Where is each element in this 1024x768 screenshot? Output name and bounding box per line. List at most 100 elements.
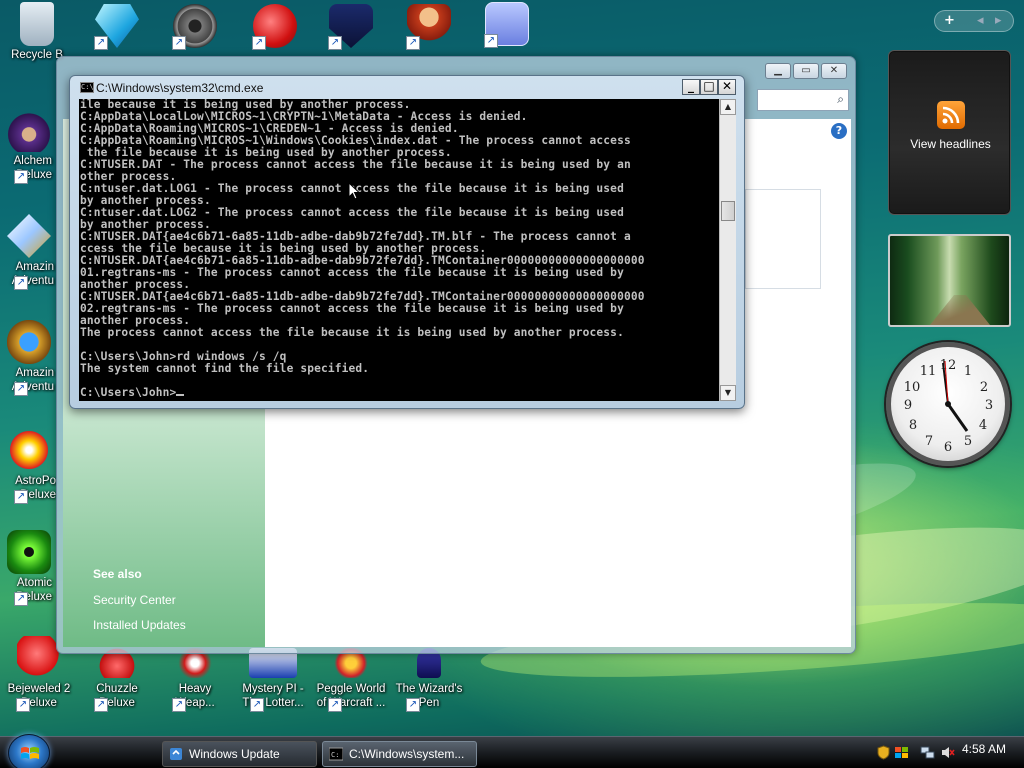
slideshow-gadget[interactable]: [888, 234, 1011, 327]
desktop-icon-mystery-pi[interactable]: ↗ Mystery PI - The Lotter...: [236, 648, 310, 712]
shortcut-arrow-icon: ↗: [94, 698, 108, 712]
volume-muted-icon[interactable]: [940, 745, 955, 760]
add-gadget-button[interactable]: +: [944, 13, 955, 28]
desktop-icon-label: Peggle World of Warcraft ...: [316, 683, 386, 709]
desktop-icon-chuzzle[interactable]: ↗ Chuzzle Deluxe: [80, 648, 154, 712]
desktop-icon-mystery-shield[interactable]: ↗: [314, 4, 388, 50]
forest-path: [930, 295, 990, 325]
feed-headlines-gadget[interactable]: View headlines: [888, 50, 1011, 215]
diamond-gem-icon: [7, 214, 51, 258]
shortcut-arrow-icon: ↗: [406, 698, 420, 712]
taskbar-button-label: Windows Update: [189, 747, 280, 761]
svg-text:12: 12: [940, 358, 957, 373]
shortcut-arrow-icon: ↗: [14, 382, 28, 396]
shortcut-arrow-icon: ↗: [484, 34, 498, 48]
cmd-icon: C:: [329, 747, 343, 761]
maximize-button[interactable]: ▭: [793, 63, 819, 79]
window-title: C:\Windows\system32\cmd.exe: [96, 81, 264, 95]
window-controls: _ □ ✕: [682, 79, 736, 95]
sidebar-controls: + ◂ ▸: [934, 10, 1014, 32]
shortcut-arrow-icon: ↗: [94, 36, 108, 50]
maximize-button[interactable]: □: [700, 79, 718, 95]
desktop-icon-label: Mystery PI - The Lotter...: [242, 683, 304, 709]
wizard-icon: [7, 108, 51, 152]
windows-update-icon: [170, 748, 182, 760]
svg-text:7: 7: [925, 434, 933, 449]
security-shield-icon[interactable]: [876, 745, 891, 760]
gem-two-icon: [17, 636, 61, 680]
next-page-button[interactable]: ▸: [995, 13, 1002, 28]
shortcut-arrow-icon: ↗: [16, 698, 30, 712]
installed-updates-link[interactable]: Installed Updates: [93, 618, 186, 632]
desktop-icon-label: Heavy Weap...: [175, 683, 215, 709]
vertical-scrollbar[interactable]: ▲ ▼: [719, 99, 736, 401]
clock-gadget[interactable]: 12 1 2 345 678 9 10 11: [886, 342, 1010, 466]
taskbar: Windows Update C: C:\Windows\system...: [0, 734, 1024, 768]
console-line: The process cannot access the file becau…: [80, 326, 624, 339]
desktop-icon-gear[interactable]: ↗: [158, 4, 232, 50]
taskbar-button-cmd[interactable]: C: C:\Windows\system...: [322, 741, 477, 767]
svg-text:C:: C:: [331, 751, 339, 759]
help-icon[interactable]: ?: [831, 123, 847, 139]
radiation-icon: [7, 530, 51, 574]
window-controls: ▁ ▭ ✕: [765, 63, 847, 79]
scroll-up-button[interactable]: ▲: [720, 99, 736, 115]
desktop-icon-recycle-bin[interactable]: Recycle B: [0, 2, 74, 62]
console-line: C:\Users\John>: [80, 386, 177, 399]
command-prompt-window[interactable]: C:\ C:\Windows\system32\cmd.exe _ □ ✕ il…: [69, 75, 745, 409]
compass-globe-icon: [7, 320, 51, 364]
desktop-icon-gem[interactable]: ↗: [80, 4, 154, 50]
shortcut-arrow-icon: ↗: [172, 36, 186, 50]
view-headlines-link[interactable]: View headlines: [889, 137, 1012, 151]
svg-text:2: 2: [980, 380, 988, 395]
taskbar-button-label: C:\Windows\system...: [349, 747, 465, 761]
close-button[interactable]: ✕: [821, 63, 847, 79]
svg-text:6: 6: [944, 440, 952, 455]
shortcut-arrow-icon: ↗: [406, 36, 420, 50]
scroll-thumb[interactable]: [721, 201, 735, 221]
taskbar-button-windows-update[interactable]: Windows Update: [162, 741, 317, 767]
desktop-icon-cocktail[interactable]: ↗: [470, 2, 544, 48]
svg-text:11: 11: [920, 364, 937, 379]
shortcut-arrow-icon: ↗: [250, 698, 264, 712]
minimize-button[interactable]: ▁: [765, 63, 791, 79]
start-button[interactable]: [8, 734, 50, 768]
previous-page-button[interactable]: ◂: [977, 13, 984, 28]
shortcut-arrow-icon: ↗: [252, 36, 266, 50]
shortcut-arrow-icon: ↗: [328, 698, 342, 712]
scroll-down-button[interactable]: ▼: [720, 385, 736, 401]
svg-text:5: 5: [964, 434, 972, 449]
desktop-icon-label: Bejeweled 2 Deluxe: [7, 683, 71, 709]
minimize-button[interactable]: _: [682, 79, 700, 95]
rss-icon: [937, 101, 965, 129]
update-status-panel: [745, 189, 821, 289]
shortcut-arrow-icon: ↗: [14, 592, 28, 606]
starburst-icon: [7, 428, 51, 472]
taskbar-clock[interactable]: 4:58 AM: [962, 742, 1006, 756]
windows-logo-icon: [21, 747, 39, 759]
shortcut-arrow-icon: ↗: [172, 698, 186, 712]
windows-flag-icon[interactable]: [894, 745, 909, 760]
security-center-link[interactable]: Security Center: [93, 593, 176, 607]
desktop-icon-label: The Wizard's Pen: [395, 683, 463, 709]
network-icon[interactable]: [920, 745, 935, 760]
desktop-icon-wizards-pen[interactable]: ↗ The Wizard's Pen: [392, 648, 466, 712]
desktop-icon-character[interactable]: ↗: [392, 4, 466, 50]
svg-text:10: 10: [904, 380, 921, 395]
desktop-icon-peggle[interactable]: ↗ Peggle World of Warcraft ...: [314, 648, 388, 712]
shortcut-arrow-icon: ↗: [14, 490, 28, 504]
recycle-bin-icon: [20, 2, 54, 46]
search-input[interactable]: ⌕: [757, 89, 849, 111]
svg-text:4: 4: [979, 418, 987, 433]
search-icon[interactable]: ⌕: [837, 92, 844, 107]
svg-text:1: 1: [964, 364, 972, 379]
close-button[interactable]: ✕: [718, 79, 736, 95]
desktop-icon-label: Chuzzle Deluxe: [96, 683, 138, 709]
text-cursor: [176, 394, 185, 396]
console-output[interactable]: ile because it is being used by another …: [79, 99, 719, 401]
shortcut-arrow-icon: ↗: [14, 276, 28, 290]
desktop-icon-chuzzle-red[interactable]: ↗: [238, 4, 312, 50]
desktop-icon-heavy-weapon[interactable]: ↗ Heavy Weap...: [158, 648, 232, 712]
see-also-heading: See also: [93, 567, 142, 581]
clock-face-icon: 12 12 345 678 91011: [904, 358, 993, 455]
